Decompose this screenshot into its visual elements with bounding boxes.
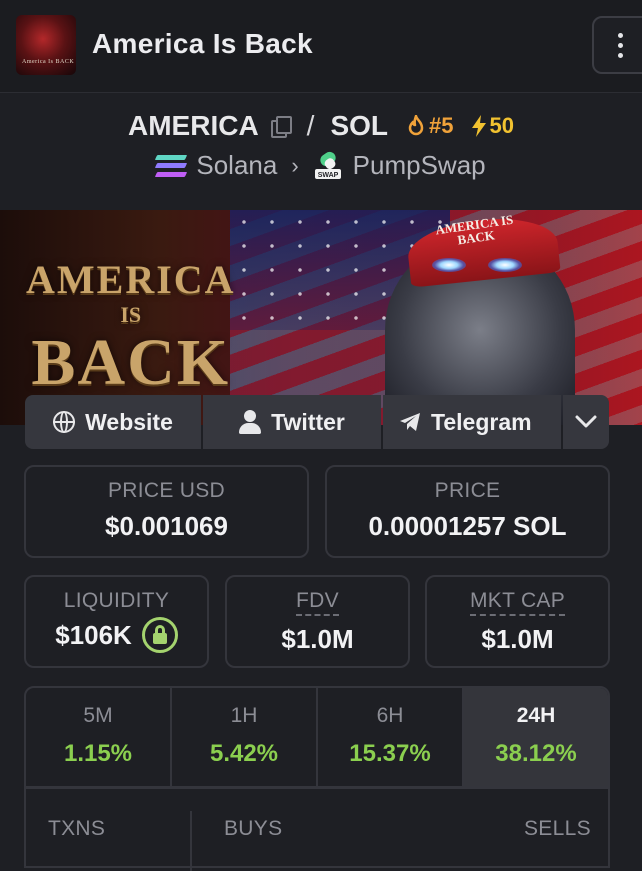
flame-icon [408,115,424,136]
price-usd-card: PRICE USD $0.001069 [24,465,309,558]
solana-icon [155,154,188,177]
liquidity-value: $106K [55,619,132,650]
fdv-card: FDV $1.0M [225,575,410,668]
chevron-right-icon: › [291,152,299,178]
change-tab-value: 5.42% [209,740,279,767]
change-tab-value: 1.15% [63,740,133,767]
price-change-tabs: 5M 1.15% 1H 5.42% 6H 15.37% 24H 38.12% [24,686,610,788]
change-tab-6h[interactable]: 6H 15.37% [318,688,464,786]
more-menu-button[interactable] [592,16,642,74]
buys-label: BUYS [224,817,283,840]
copy-icon[interactable] [270,116,292,138]
change-tab-label: 5M [83,704,113,727]
change-tab-value: 38.12% [495,740,577,767]
price-native-value: 0.00001257 SOL [368,511,567,541]
twitter-button[interactable]: Twitter [203,395,381,449]
telegram-label: Telegram [431,408,532,435]
glowing-eye-right [488,258,522,272]
txns-divider [190,811,192,871]
social-links: Website Twitter Telegram [25,395,609,449]
avatar-text: America Is BACK [22,59,75,65]
website-button[interactable]: Website [25,395,201,449]
top-header: America Is BACK America Is Back [0,0,642,93]
txns-panel: TXNS BUYS SELLS [24,788,610,871]
person-icon [239,410,262,434]
mktcap-value: $1.0M [481,624,554,654]
fdv-value: $1.0M [281,624,354,654]
dex-name[interactable]: PumpSwap [353,150,486,181]
change-tab-24h[interactable]: 24H 38.12% [464,688,608,786]
fdv-label[interactable]: FDV [296,589,339,616]
liquidity-label: LIQUIDITY [63,589,170,612]
telegram-button[interactable]: Telegram [383,395,561,449]
telegram-icon [400,413,420,431]
chain-name[interactable]: Solana [196,150,277,181]
lock-icon[interactable] [141,617,178,653]
price-native-label: PRICE [434,479,501,502]
banner-line-3: BACK [31,326,231,399]
txns-label: TXNS [48,817,106,840]
token-title: America Is Back [92,28,313,59]
token-avatar: America Is BACK [16,15,76,75]
change-tab-label: 1H [230,704,258,727]
vertical-dots-icon [618,32,623,58]
dex-badge-text: SWAP [317,172,338,179]
trending-rank[interactable]: #5 [406,113,454,139]
glowing-eye-left [432,258,466,272]
change-tab-5m[interactable]: 5M 1.15% [26,688,172,786]
pair-separator: / [306,110,315,141]
base-symbol: AMERICA [128,110,259,141]
price-usd-label: PRICE USD [107,479,226,502]
boost-value: 50 [489,113,514,138]
website-label: Website [85,408,173,435]
quote-symbol: SOL [330,110,389,141]
price-usd-value: $0.001069 [105,511,228,541]
mktcap-card: MKT CAP $1.0M [425,575,610,668]
banner-line-1: AMERICA [26,257,236,302]
pumpswap-icon: SWAP [314,151,341,179]
change-tab-1h[interactable]: 1H 5.42% [172,688,318,786]
token-banner: AMERICA IS BACK AMERICA IS BACK [0,210,642,425]
change-tab-label: 24H [516,704,556,727]
banner-title: AMERICA IS BACK [26,260,236,396]
pair-info: AMERICA / SOL #5 50 Solana › SWAP PumpSw… [0,110,642,181]
boost-count[interactable]: 50 [470,113,514,139]
banner-line-2: IS [120,302,142,327]
liquidity-card: LIQUIDITY $106K [24,575,209,668]
lightning-icon [471,115,486,137]
sells-label: SELLS [524,817,591,840]
globe-icon [53,411,76,433]
twitter-label: Twitter [271,408,345,435]
mktcap-label[interactable]: MKT CAP [469,589,566,616]
more-links-button[interactable] [563,395,609,449]
rank-value: #5 [429,113,454,138]
change-tab-label: 6H [376,704,404,727]
chevron-down-icon [575,415,597,428]
change-tab-value: 15.37% [349,740,431,767]
price-native-card: PRICE 0.00001257 SOL [325,465,610,558]
